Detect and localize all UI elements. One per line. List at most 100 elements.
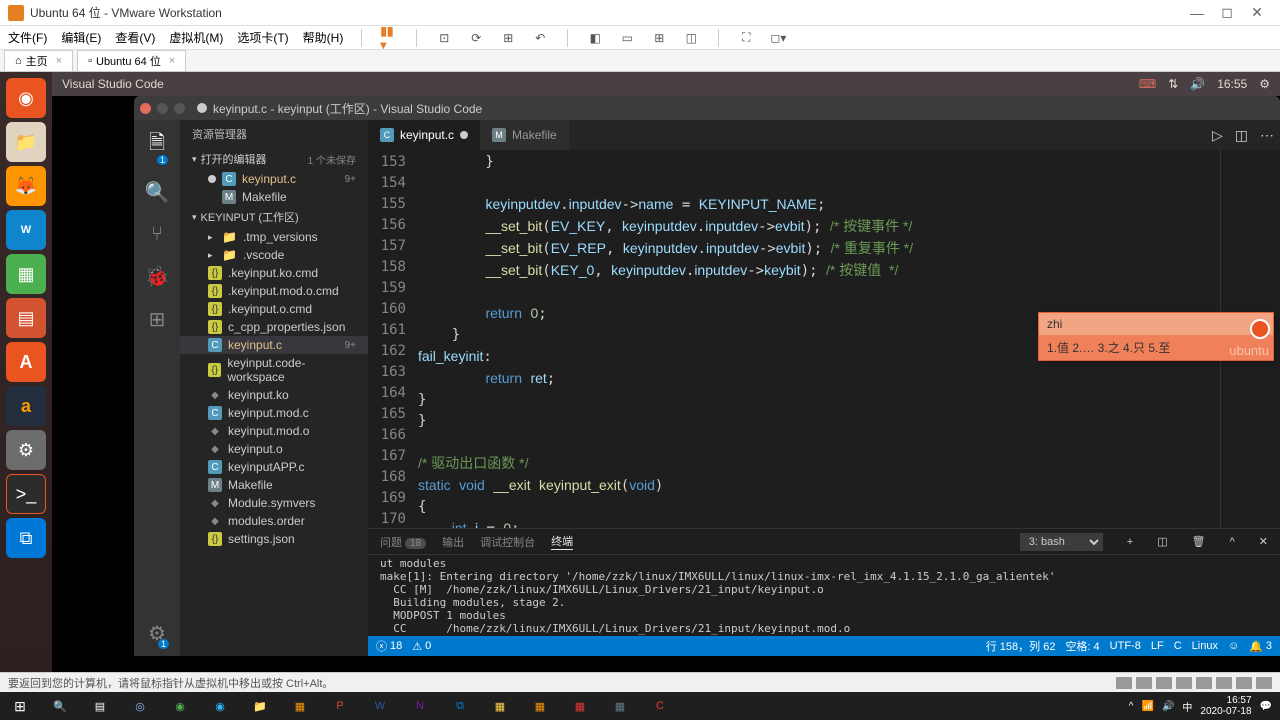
stretch-icon[interactable]: ◻▾ <box>769 29 787 47</box>
network-icon[interactable]: ⇅ <box>1168 77 1178 91</box>
editor-tab[interactable]: MMakefile <box>480 120 569 150</box>
feedback-icon[interactable]: ☺ <box>1228 640 1239 652</box>
tray-sound-icon[interactable]: 🔊 <box>1162 701 1174 712</box>
taskbar-app[interactable]: ◉ <box>200 692 240 720</box>
sound-icon[interactable]: 🔊 <box>1190 77 1205 91</box>
kill-terminal-icon[interactable]: 🗑 <box>1192 535 1206 548</box>
tray-ime[interactable]: 中 <box>1182 699 1192 714</box>
tray-wifi-icon[interactable]: 📶 <box>1141 701 1153 712</box>
system-tray[interactable]: ^ 📶 🔊 中 16:57 2020-07-18 💬 <box>1129 695 1280 717</box>
new-terminal-icon[interactable]: + <box>1127 536 1133 548</box>
launcher-dash[interactable]: ◉ <box>6 78 46 118</box>
device-icon[interactable] <box>1116 677 1132 689</box>
vmware-tab-home[interactable]: ⌂ 主页 × <box>4 50 73 71</box>
tab-terminal[interactable]: 终端 <box>551 533 573 550</box>
thumbnails-icon[interactable]: ⊞ <box>650 29 668 47</box>
file-item[interactable]: MMakefile <box>180 476 368 494</box>
taskbar-onenote[interactable]: N <box>400 692 440 720</box>
device-icon[interactable] <box>1256 677 1272 689</box>
tab-problems[interactable]: 问题18 <box>380 534 426 550</box>
menu-tabs[interactable]: 选项卡(T) <box>237 29 288 46</box>
launcher-amazon[interactable]: a <box>6 386 46 426</box>
split-icon[interactable]: ◫ <box>1229 127 1254 144</box>
snapshot-icon[interactable]: ⟳ <box>467 29 485 47</box>
device-icon[interactable] <box>1216 677 1232 689</box>
workspace-section[interactable]: ▾ KEYINPUT (工作区) <box>180 206 368 228</box>
launcher-vscode[interactable]: ⧉ <box>6 518 46 558</box>
device-icon[interactable] <box>1236 677 1252 689</box>
taskbar-app[interactable]: ◎ <box>120 692 160 720</box>
file-item[interactable]: {}settings.json <box>180 530 368 548</box>
taskbar-vscode[interactable]: ⧉ <box>440 692 480 720</box>
minimize-button[interactable]: — <box>1182 5 1212 21</box>
taskbar-app[interactable]: ◉ <box>160 692 200 720</box>
launcher-software[interactable]: A <box>6 342 46 382</box>
taskbar-app[interactable]: ▦ <box>560 692 600 720</box>
snapshot-mgr-icon[interactable]: ⊞ <box>499 29 517 47</box>
launcher-writer[interactable]: W <box>6 210 46 250</box>
vmware-tab-ubuntu[interactable]: ▫ Ubuntu 64 位 × <box>77 50 186 71</box>
scm-icon[interactable]: ⑂ <box>151 223 163 246</box>
file-item[interactable]: ◆keyinput.ko <box>180 386 368 404</box>
file-item[interactable]: {}c_cpp_properties.json <box>180 318 368 336</box>
terminal-output[interactable]: ut modules make[1]: Entering directory '… <box>368 555 1280 636</box>
taskbar-word[interactable]: W <box>360 692 400 720</box>
notifications-icon[interactable]: 💬 <box>1260 701 1272 712</box>
encoding[interactable]: UTF-8 <box>1110 640 1141 652</box>
debug-icon[interactable]: 🐞 <box>145 264 170 289</box>
unity-icon[interactable]: ◧ <box>586 29 604 47</box>
start-button[interactable]: ⊞ <box>0 692 40 720</box>
fullscreen-icon[interactable]: ⛶ <box>737 29 755 47</box>
file-item[interactable]: ▸📁.vscode <box>180 246 368 264</box>
indentation[interactable]: 空格: 4 <box>1065 638 1099 654</box>
settings-icon[interactable]: ⚙1 <box>148 621 166 646</box>
view-icon[interactable]: ▭ <box>618 29 636 47</box>
file-item[interactable]: {}.keyinput.o.cmd <box>180 300 368 318</box>
taskbar-powerpoint[interactable]: P <box>320 692 360 720</box>
os[interactable]: Linux <box>1192 640 1218 652</box>
close-terminal-icon[interactable]: ✕ <box>1259 535 1268 548</box>
file-item[interactable]: {}.keyinput.ko.cmd <box>180 264 368 282</box>
menu-file[interactable]: 文件(F) <box>8 29 47 46</box>
search-icon[interactable]: 🔍 <box>145 180 170 205</box>
open-editors-section[interactable]: ▾ 打开的编辑器 1 个未保存 <box>180 148 368 170</box>
error-count[interactable]: ⓧ 18 <box>376 638 402 654</box>
maximize-dot[interactable] <box>174 103 185 114</box>
open-editor-item[interactable]: Ckeyinput.c9+ <box>180 170 368 188</box>
explorer-icon[interactable]: 🗎1 <box>149 128 165 162</box>
minimize-dot[interactable] <box>157 103 168 114</box>
menu-view[interactable]: 查看(V) <box>115 29 155 46</box>
device-icon[interactable] <box>1156 677 1172 689</box>
file-item[interactable]: ◆keyinput.o <box>180 440 368 458</box>
gear-icon[interactable]: ⚙ <box>1259 77 1270 91</box>
tab-debug[interactable]: 调试控制台 <box>480 534 535 550</box>
maximize-button[interactable]: ◻ <box>1212 4 1242 21</box>
taskbar-app[interactable]: ▦ <box>520 692 560 720</box>
warning-count[interactable]: ⚠ 0 <box>412 640 431 653</box>
taskbar-app[interactable]: ▦ <box>480 692 520 720</box>
taskbar-app[interactable]: C <box>640 692 680 720</box>
device-icon[interactable] <box>1196 677 1212 689</box>
close-icon[interactable]: × <box>56 55 62 67</box>
terminal-select[interactable]: 3: bash <box>1020 533 1103 551</box>
file-item[interactable]: Ckeyinput.mod.c <box>180 404 368 422</box>
launcher-calc[interactable]: ▦ <box>6 254 46 294</box>
close-dot[interactable] <box>140 103 151 114</box>
revert-icon[interactable]: ↶ <box>531 29 549 47</box>
file-item[interactable]: Ckeyinput.c9+ <box>180 336 368 354</box>
ime-popup[interactable]: zhi 1.值 2.… 3.之 4.只 5.至 ubuntu <box>1038 312 1274 361</box>
tray-chevron-icon[interactable]: ^ <box>1129 701 1134 712</box>
split-terminal-icon[interactable]: ◫ <box>1157 535 1167 548</box>
launcher-firefox[interactable]: 🦊 <box>6 166 46 206</box>
more-icon[interactable]: ⋯ <box>1254 127 1280 144</box>
file-item[interactable]: ◆keyinput.mod.o <box>180 422 368 440</box>
open-editor-item[interactable]: MMakefile <box>180 188 368 206</box>
keyboard-icon[interactable]: ⌨ <box>1139 77 1156 91</box>
run-icon[interactable]: ▷ <box>1206 127 1229 144</box>
taskbar-clock[interactable]: 16:57 2020-07-18 <box>1200 695 1251 717</box>
menu-edit[interactable]: 编辑(E) <box>61 29 101 46</box>
task-view-icon[interactable]: ▤ <box>80 692 120 720</box>
maximize-terminal-icon[interactable]: ^ <box>1230 536 1235 548</box>
send-ctrl-alt-del-icon[interactable]: ⊡ <box>435 29 453 47</box>
launcher-files[interactable]: 📁 <box>6 122 46 162</box>
